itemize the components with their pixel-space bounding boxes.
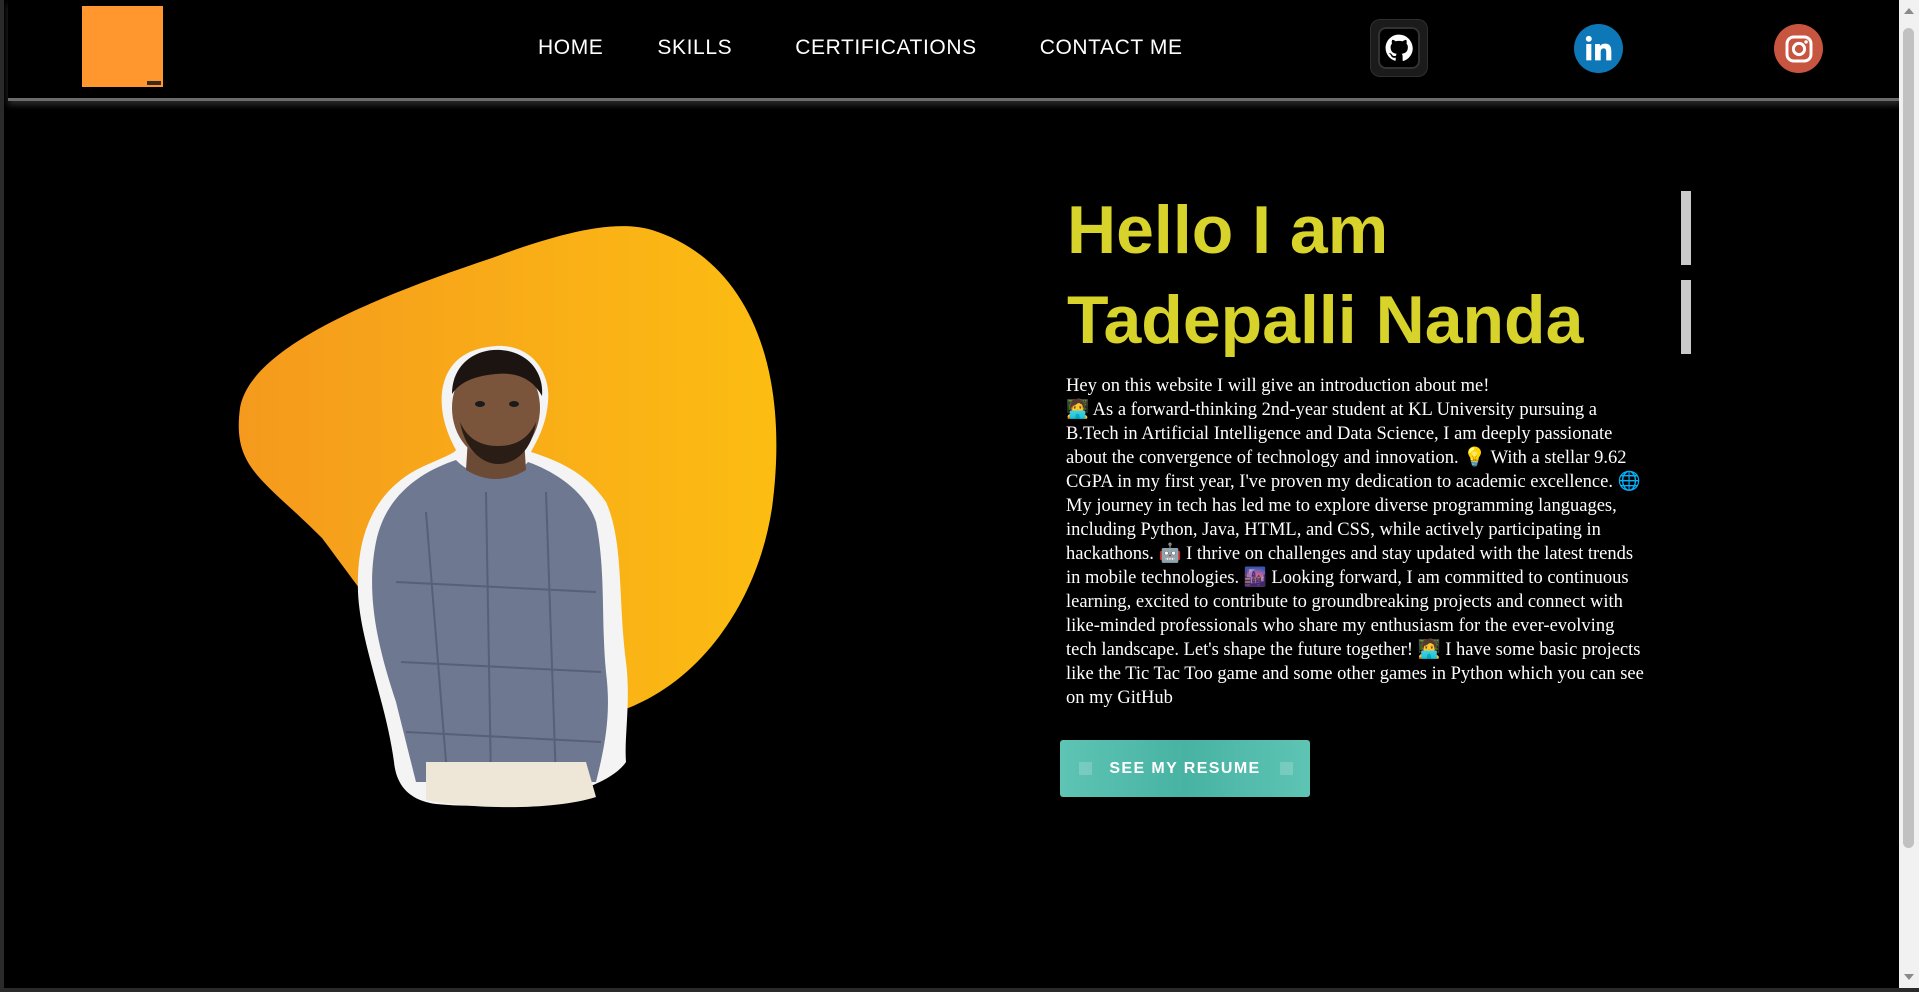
intro-line: about the convergence of technology and … — [1066, 448, 1627, 468]
headline-line-2: Tadepalli Nanda — [1067, 282, 1584, 358]
button-decor-right — [1280, 762, 1293, 775]
nav-home-link[interactable]: HOME — [538, 36, 603, 60]
intro-paragraph: Hey on this website I will give an intro… — [1066, 374, 1694, 710]
hero-headline: Hello I am Tadepalli Nanda — [1067, 185, 1583, 365]
intro-line: tech landscape. Let's shape the future t… — [1066, 640, 1641, 660]
logo-mark — [147, 81, 161, 85]
intro-line: on my GitHub — [1066, 688, 1173, 708]
linkedin-icon — [1585, 35, 1611, 60]
github-link[interactable] — [1371, 20, 1427, 76]
intro-line: like the Tic Tac Too game and some other… — [1066, 664, 1644, 684]
intro-line: in mobile technologies. 🌆 Looking forwar… — [1066, 568, 1629, 588]
nav-contact-link[interactable]: CONTACT ME — [1040, 36, 1183, 60]
intro-line: B.Tech in Artificial Intelligence and Da… — [1066, 424, 1613, 444]
headline-line-1: Hello I am — [1067, 192, 1389, 268]
intro-line: hackathons. 🤖 I thrive on challenges and… — [1066, 544, 1634, 564]
page: HOME SKILLS CERTIFICATIONS CONTACT ME He… — [0, 0, 1919, 992]
logo[interactable] — [82, 6, 163, 87]
nav-skills-link[interactable]: SKILLS — [657, 36, 732, 60]
typing-cursor-2 — [1681, 280, 1691, 354]
nav-certifications-link[interactable]: CERTIFICATIONS — [795, 36, 976, 60]
button-decor-left — [1079, 762, 1092, 775]
nav-links: HOME SKILLS CERTIFICATIONS CONTACT ME — [538, 36, 1183, 60]
linkedin-link[interactable] — [1574, 24, 1623, 73]
github-icon-svg — [1385, 34, 1413, 61]
instagram-link[interactable] — [1774, 24, 1823, 73]
intro-line: learning, excited to contribute to groun… — [1066, 592, 1623, 612]
scroll-up-arrow-icon[interactable] — [1904, 8, 1914, 14]
intro-line: My journey in tech has led me to explore… — [1066, 496, 1617, 516]
scrollbar-thumb[interactable] — [1903, 28, 1914, 848]
see-resume-button[interactable]: SEE MY RESUME — [1060, 740, 1310, 797]
navbar: HOME SKILLS CERTIFICATIONS CONTACT ME — [8, 0, 1901, 101]
see-resume-label: SEE MY RESUME — [1109, 759, 1261, 777]
typing-cursor-1 — [1681, 191, 1691, 265]
profile-photo — [357, 345, 628, 808]
github-icon — [1378, 27, 1420, 69]
scroll-down-arrow-icon[interactable] — [1904, 974, 1914, 980]
intro-line: CGPA in my first year, I've proven my de… — [1066, 472, 1641, 492]
instagram-icon — [1785, 35, 1812, 62]
intro-line: Hey on this website I will give an intro… — [1066, 376, 1490, 396]
intro-line: including Python, Java, HTML, and CSS, w… — [1066, 520, 1601, 540]
page-scrollbar[interactable] — [1899, 0, 1919, 988]
intro-line: like-minded professionals who share my e… — [1066, 616, 1615, 636]
intro-line: 🧑‍💻 As a forward-thinking 2nd-year stude… — [1066, 400, 1597, 420]
